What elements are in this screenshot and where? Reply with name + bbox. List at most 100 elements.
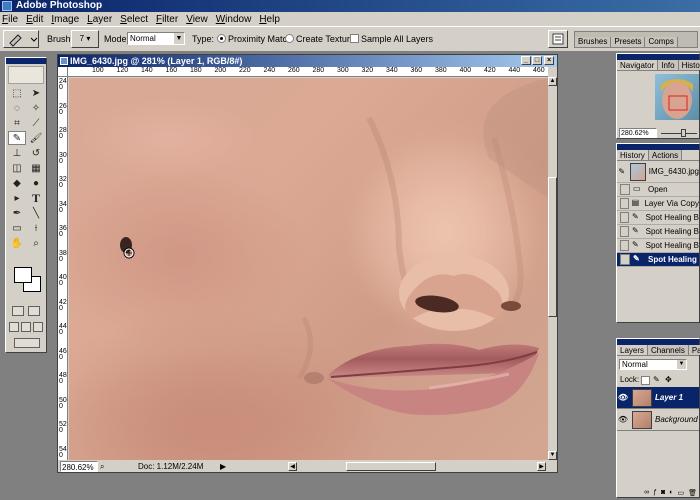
history-item[interactable]: ▭ Open: [617, 183, 699, 197]
layer-row[interactable]: 👁 Background: [617, 409, 699, 431]
layer-row[interactable]: 👁 Layer 1: [617, 387, 699, 409]
history-snapshot[interactable]: ✎ IMG_6430.jpg: [617, 161, 699, 183]
tab-channels[interactable]: Channels: [648, 345, 689, 355]
minimize-button[interactable]: _: [521, 56, 531, 65]
line-icon[interactable]: ╲: [27, 206, 45, 220]
foreground-color-swatch[interactable]: [14, 267, 32, 283]
lock-brush-icon[interactable]: ✎: [653, 375, 660, 384]
maximize-button[interactable]: □: [532, 56, 542, 65]
navigator-slider-handle[interactable]: [681, 129, 686, 137]
adjustment-icon[interactable]: ◐: [669, 489, 673, 497]
sample-all-layers-checkbox[interactable]: Sample All Layers: [350, 32, 433, 46]
menu-file[interactable]: File: [2, 14, 18, 25]
mask-icon[interactable]: ◙: [661, 489, 665, 497]
tab-actions[interactable]: Actions: [648, 150, 683, 160]
crop-icon[interactable]: ⌗: [8, 116, 26, 130]
screen-mode-standard-icon[interactable]: [9, 322, 19, 332]
menu-layer[interactable]: Layer: [87, 14, 112, 25]
screen-mode-full-menu-icon[interactable]: [21, 322, 31, 332]
history-source-box[interactable]: [620, 212, 630, 223]
link-icon[interactable]: ∞: [644, 489, 649, 497]
navigator-zoom-field[interactable]: 280.62%: [619, 128, 657, 138]
zoom-icon[interactable]: ⌕: [27, 236, 45, 250]
menu-window[interactable]: Window: [216, 14, 252, 25]
tab-history[interactable]: History: [617, 150, 649, 160]
history-state-slider-icon[interactable]: [620, 254, 630, 265]
zoom-field[interactable]: 280.62%: [60, 461, 98, 472]
brush-picker[interactable]: 7 ▾: [71, 30, 99, 48]
tab-navigator[interactable]: Navigator: [617, 60, 659, 70]
hand-icon[interactable]: ✋: [8, 236, 26, 250]
magic-wand-icon[interactable]: ✧: [27, 101, 45, 115]
fx-icon[interactable]: ƒ: [653, 489, 657, 497]
quick-mask-icon[interactable]: [28, 306, 40, 316]
document-titlebar[interactable]: IMG_6430.jpg @ 281% (Layer 1, RGB/8#) _ …: [58, 55, 557, 67]
stamp-icon[interactable]: ⊥: [8, 146, 26, 160]
toolbox-titlebar[interactable]: [6, 58, 46, 64]
eraser-icon[interactable]: ◫: [8, 161, 26, 175]
menu-help[interactable]: Help: [259, 14, 280, 25]
pen-icon[interactable]: ✒: [8, 206, 26, 220]
standard-mode-icon[interactable]: [12, 306, 24, 316]
tab-paths[interactable]: Paths: [688, 345, 700, 355]
history-item[interactable]: ✎ Spot Healing B: [617, 225, 699, 239]
status-menu-arrow-icon[interactable]: ▶: [220, 461, 226, 472]
history-item-current[interactable]: ✎ Spot Healing: [617, 253, 699, 267]
image-canvas[interactable]: [69, 78, 548, 460]
tab-info[interactable]: Info: [658, 60, 679, 70]
marquee-icon[interactable]: ⬚: [8, 86, 26, 100]
scroll-right-icon[interactable]: ▶: [537, 462, 546, 471]
ruler-origin[interactable]: [58, 67, 68, 77]
close-button[interactable]: ×: [544, 56, 554, 65]
slice-icon[interactable]: ⟋: [27, 116, 45, 130]
history-brush-source-icon[interactable]: ✎: [617, 167, 627, 176]
path-select-icon[interactable]: ▸: [8, 191, 26, 205]
menu-view[interactable]: View: [186, 14, 208, 25]
menu-edit[interactable]: Edit: [26, 14, 43, 25]
lasso-icon[interactable]: ◌: [8, 101, 26, 115]
lock-move-icon[interactable]: ✥: [665, 375, 672, 384]
file-browser-button[interactable]: [548, 30, 568, 48]
tool-preset-picker[interactable]: [3, 30, 39, 48]
well-tab-presets[interactable]: Presets: [611, 37, 646, 47]
history-source-box[interactable]: [620, 240, 630, 251]
trash-icon[interactable]: 🗑: [688, 489, 697, 497]
vertical-ruler[interactable]: 240 260 280 300 320 340 360 380 400 420 440 460 480 5…: [58, 77, 68, 460]
well-tab-comps[interactable]: Comps: [645, 37, 678, 47]
history-item[interactable]: ✎ Spot Healing B: [617, 239, 699, 253]
screen-mode-full-icon[interactable]: [33, 322, 43, 332]
adobe-online-logo[interactable]: [8, 66, 44, 84]
mode-select[interactable]: Normal ▼: [127, 32, 185, 45]
scroll-down-icon[interactable]: ▼: [548, 451, 557, 460]
horizontal-ruler[interactable]: 100 120 140 160 180 200 220 240 260 280 300 320 340 3…: [68, 67, 548, 77]
scroll-left-icon[interactable]: ◀: [288, 462, 297, 471]
scroll-up-icon[interactable]: ▲: [548, 77, 557, 86]
history-source-box[interactable]: [620, 226, 630, 237]
well-tab-brushes[interactable]: Brushes: [575, 37, 612, 47]
menu-filter[interactable]: Filter: [156, 14, 178, 25]
history-item[interactable]: ▤ Layer Via Copy: [617, 197, 699, 211]
tab-histogram[interactable]: Histogram: [678, 60, 700, 70]
eyedropper-icon[interactable]: ⟊: [27, 221, 45, 235]
tab-layers[interactable]: Layers: [617, 345, 649, 355]
eye-icon[interactable]: 👁: [617, 393, 629, 402]
brush-icon[interactable]: 🖌: [27, 131, 45, 145]
history-source-box[interactable]: [620, 184, 630, 195]
move-icon[interactable]: ➤: [27, 86, 45, 100]
history-source-box[interactable]: [620, 198, 629, 209]
create-texture-radio[interactable]: Create Texture: [285, 32, 355, 46]
type-icon[interactable]: T: [27, 191, 45, 205]
lock-transparency-checkbox[interactable]: [641, 376, 650, 385]
horizontal-scroll-thumb[interactable]: [346, 462, 436, 471]
horizontal-scrollbar[interactable]: ◀ ▶: [288, 461, 547, 472]
dodge-icon[interactable]: ●: [27, 176, 45, 190]
history-item[interactable]: ✎ Spot Healing B: [617, 211, 699, 225]
new-layer-icon[interactable]: ▭: [677, 489, 684, 497]
spot-healing-icon[interactable]: ✎: [8, 131, 26, 145]
gradient-icon[interactable]: ▦: [27, 161, 45, 175]
navigator-zoom-slider[interactable]: [661, 133, 697, 134]
navigator-thumbnail[interactable]: [655, 74, 699, 120]
blend-mode-select[interactable]: Normal ▼: [619, 359, 687, 370]
notes-icon[interactable]: ▭: [8, 221, 26, 235]
proximity-match-radio[interactable]: Proximity Match: [217, 32, 292, 46]
